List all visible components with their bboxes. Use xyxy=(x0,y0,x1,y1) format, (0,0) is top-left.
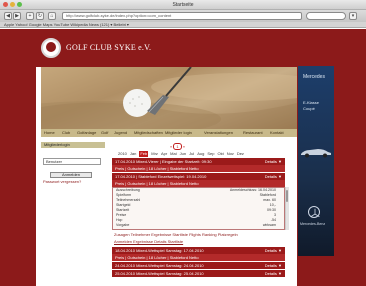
event-title: 17.04.2010 Mixed-Vierer | Eingabe der St… xyxy=(115,159,212,164)
pager: « 1 » xyxy=(170,143,185,150)
page-menu-button[interactable]: ▾ xyxy=(349,12,357,20)
ad-brand-name: Mercedes-Benz xyxy=(300,222,326,226)
hero-image xyxy=(41,67,297,129)
month-filter-item[interactable]: Okt xyxy=(217,151,223,156)
minimize-window-button[interactable] xyxy=(10,2,15,7)
browser-window: Startseite ◀ ▶ + ↻ ⌂ http://www.golfclub… xyxy=(0,0,366,286)
month-filter-item[interactable]: Dez xyxy=(237,151,244,156)
event-bar[interactable]: 17.04.2010 Mixed-Vierer | Eingabe der St… xyxy=(112,158,285,165)
nav-item-golfanlage[interactable]: Golfanlage xyxy=(77,129,96,137)
mercedes-star-icon xyxy=(308,206,320,218)
event-title: 25.04.2010 Mixed-Wettspiel Samstag: 25.0… xyxy=(115,271,204,276)
event-bar[interactable]: 17.04.2010 | Stableford Einzelwettspiel:… xyxy=(112,173,285,180)
event-subbar: Preis | Gutschein | 18 Löcher | Stablefo… xyxy=(112,180,285,187)
detail-label: Vorgabe xyxy=(116,223,130,227)
event-bar[interactable]: 25.04.2010 Mixed-Wettspiel Samstag: 25.0… xyxy=(112,270,285,277)
month-filter-item[interactable]: Feb xyxy=(139,151,149,157)
site-brand[interactable]: GOLF CLUB SYKE e.V. xyxy=(66,43,151,52)
detail-label: Preise xyxy=(116,213,127,217)
detail-label: Ausschreibung xyxy=(116,188,140,192)
bookmarks-bar[interactable]: Apple Yahoo! Google Maps YouTube Wikiped… xyxy=(0,22,366,28)
nav-item-kontakt[interactable]: Kontakt xyxy=(270,129,284,137)
address-bar[interactable]: http://www.golfclub-syke.de/index.php?op… xyxy=(62,12,302,20)
details-toggle[interactable]: Details ▼ xyxy=(265,262,282,269)
nav-item-mitgliedschaften[interactable]: Mitgliedschaften xyxy=(134,129,163,137)
detail-row: Vorgabe wirksam xyxy=(113,223,284,228)
club-logo-emblem-icon xyxy=(46,42,56,52)
event-links[interactable]: Zusagen Teilnehmer Ergebnisse Startliste… xyxy=(114,232,238,238)
event-subbar: Preis | Gutschein | 18 Löcher | Stablefo… xyxy=(112,254,285,261)
nav-item-jugend[interactable]: Jugend xyxy=(114,129,127,137)
window-title: Startseite xyxy=(172,2,194,8)
month-filter-item[interactable]: Aug xyxy=(197,151,204,156)
event-action-links[interactable]: Anmelden Ergebnisse Details Startliste xyxy=(114,239,183,245)
event-info: Preis | Gutschein | 18 Löcher | Stablefo… xyxy=(115,255,199,260)
month-filter-item[interactable]: Sep xyxy=(207,151,214,156)
event-info: Preis | Gutschein | 18 Löcher | Stablefo… xyxy=(115,181,199,186)
forward-button[interactable]: ▶ xyxy=(13,12,21,20)
month-filter-item[interactable]: Apr xyxy=(161,151,167,156)
month-filter-item[interactable]: 2010 xyxy=(118,151,127,156)
add-bookmark-button[interactable]: + xyxy=(26,12,34,20)
forgot-password-link[interactable]: Passwort vergessen? xyxy=(43,179,81,184)
event-bar[interactable]: 18.04.2010 Mixed-Wettspiel Samstag: 17.0… xyxy=(112,247,285,254)
detail-label: Startzeit xyxy=(116,208,130,212)
reload-button[interactable]: ↻ xyxy=(36,12,44,20)
nav-item-veranstaltungen[interactable]: Veranstaltungen xyxy=(204,129,233,137)
event-title: 17.04.2010 | Stableford Einzelwettspiel:… xyxy=(115,174,207,179)
nav-item-home[interactable]: Home xyxy=(44,129,55,137)
month-filter: 2010 Jan Feb Mrz Apr Mai Jun Jul Aug Sep Okt Nov Dez xyxy=(118,151,247,157)
event-subbar: Preis | Gutschein | 18 Löcher | Stablefo… xyxy=(112,165,285,172)
nav-item-club[interactable]: Club xyxy=(62,129,70,137)
ad-headline: Mercedes xyxy=(303,74,325,80)
event-title: 18.04.2010 Mixed-Wettspiel Samstag: 17.0… xyxy=(115,248,204,253)
month-filter-item[interactable]: Jul xyxy=(189,151,194,156)
details-toggle[interactable]: Details ▼ xyxy=(265,270,282,277)
detail-label: Hcp xyxy=(116,218,123,222)
details-toggle[interactable]: Details ▼ xyxy=(265,247,282,254)
ad-variant: Coupé xyxy=(303,106,315,111)
car-icon xyxy=(301,149,331,158)
ad-model: E-Klasse xyxy=(303,100,320,105)
pager-next-button[interactable]: » xyxy=(183,144,185,149)
zoom-window-button[interactable] xyxy=(17,2,22,7)
back-button[interactable]: ◀ xyxy=(4,12,12,20)
month-filter-item[interactable]: Jan xyxy=(130,151,136,156)
golf-ball-sand-illustration xyxy=(41,67,297,129)
month-filter-item[interactable]: Nov xyxy=(227,151,234,156)
advertisement-banner[interactable] xyxy=(298,66,334,256)
detail-label: Startgeld xyxy=(116,203,131,207)
detail-label: Spielform xyxy=(116,193,132,197)
nav-item-mitglieder-login[interactable]: Mitglieder login xyxy=(165,129,192,137)
pager-prev-button[interactable]: « xyxy=(170,144,172,149)
event-title: 24.04.2010 Mixed-Wettspiel Samstag: 24.0… xyxy=(115,263,204,268)
event-details-panel: Ausschreibung Anmeldeschluss: 16.04.2010 … xyxy=(112,187,285,230)
username-field[interactable]: Benutzer xyxy=(43,158,101,165)
month-filter-item[interactable]: Mai xyxy=(170,151,176,156)
details-toggle[interactable]: Details ▼ xyxy=(265,158,282,165)
detail-value: wirksam xyxy=(262,223,276,227)
home-button[interactable]: ⌂ xyxy=(48,12,56,20)
month-filter-item[interactable]: Jun xyxy=(180,151,186,156)
panel-scrollbar-thumb[interactable] xyxy=(286,190,288,202)
event-info: Preis | Gutschein | 18 Löcher | Stablefo… xyxy=(115,166,199,171)
pager-page-number[interactable]: 1 xyxy=(173,143,182,150)
nav-item-golf[interactable]: Golf xyxy=(101,129,108,137)
login-button[interactable]: Anmelden xyxy=(50,172,92,178)
login-heading: Mitgliederlogin xyxy=(41,142,105,148)
search-field[interactable] xyxy=(306,12,346,20)
detail-label: Teilnehmerzahl xyxy=(116,198,141,202)
details-toggle[interactable]: Details ▼ xyxy=(265,173,282,180)
event-bar[interactable]: 24.04.2010 Mixed-Wettspiel Samstag: 24.0… xyxy=(112,262,285,269)
nav-item-restaurant[interactable]: Restaurant xyxy=(243,129,263,137)
close-window-button[interactable] xyxy=(3,2,8,7)
month-filter-item[interactable]: Mrz xyxy=(151,151,158,156)
